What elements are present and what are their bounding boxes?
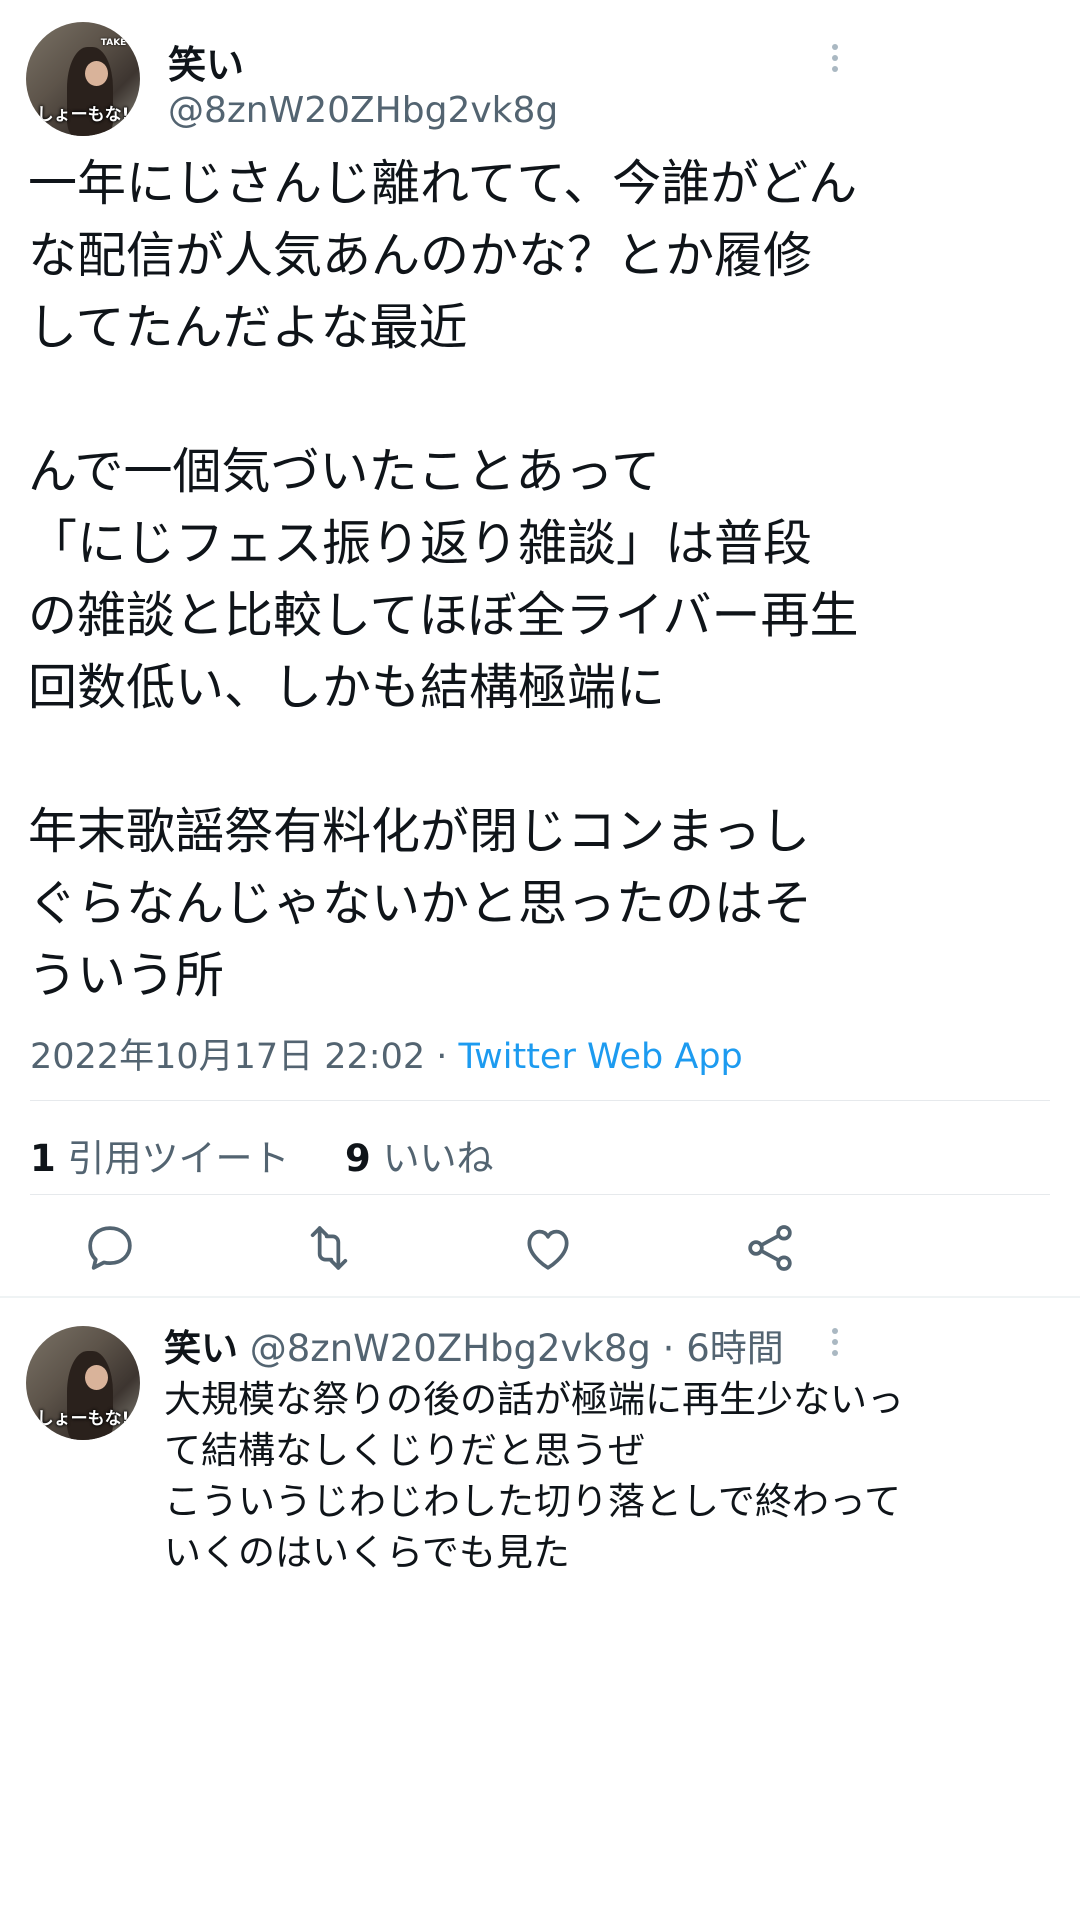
reply-author-name[interactable]: 笑い xyxy=(164,1327,238,1370)
more-options-icon[interactable] xyxy=(830,44,840,72)
divider xyxy=(30,1100,1050,1101)
quote-tweets-stat[interactable]: 1 引用ツイート xyxy=(30,1137,290,1180)
share-button[interactable] xyxy=(742,1220,798,1276)
author-name[interactable]: 笑い xyxy=(168,34,244,89)
divider xyxy=(30,1194,1050,1195)
reply-time[interactable]: 6時間 xyxy=(686,1327,784,1370)
avatar-face xyxy=(85,1364,109,1390)
avatar-caption: しょーもな! xyxy=(36,1408,130,1429)
like-count: 9 xyxy=(345,1137,371,1180)
share-icon xyxy=(748,1225,792,1271)
avatar-face xyxy=(85,60,109,86)
tweet-date: 2022年10月17日 22:02 xyxy=(30,1037,426,1077)
engagement-stats: 1 引用ツイート 9 いいね xyxy=(30,1128,494,1182)
reply-author-handle[interactable]: @8znW20ZHbg2vk8g xyxy=(250,1327,651,1370)
like-icon xyxy=(527,1229,569,1270)
reply-separator: · xyxy=(650,1327,687,1370)
author-handle[interactable]: @8znW20ZHbg2vk8g xyxy=(168,90,558,131)
author-avatar[interactable]: TAKE しょーもな! xyxy=(26,22,140,136)
tweet-source-link[interactable]: Twitter Web App xyxy=(459,1037,743,1077)
section-divider xyxy=(0,1296,1080,1298)
retweet-button[interactable] xyxy=(301,1220,357,1276)
reply-tweet[interactable]: 笑い @8znW20ZHbg2vk8g · 6時間 大規模な祭りの後の話が極端に… xyxy=(164,1318,1024,1578)
reply-text: 大規模な祭りの後の話が極端に再生少ないっ て結構なしくじりだと思うぜ こういうじ… xyxy=(164,1378,904,1574)
tweet-meta: 2022年10月17日 22:02 · Twitter Web App xyxy=(30,1028,743,1079)
quote-label: 引用ツイート xyxy=(67,1137,290,1180)
reply-icon xyxy=(88,1226,132,1270)
meta-separator: · xyxy=(425,1037,459,1077)
likes-stat[interactable]: 9 いいね xyxy=(345,1137,494,1180)
like-label: いいね xyxy=(382,1137,494,1180)
avatar-caption: しょーもな! xyxy=(36,104,130,125)
reply-button[interactable] xyxy=(82,1220,138,1276)
quote-count: 1 xyxy=(30,1137,56,1180)
retweet-icon xyxy=(310,1226,348,1270)
like-button[interactable] xyxy=(520,1220,576,1276)
reply-header: 笑い @8znW20ZHbg2vk8g · 6時間 xyxy=(164,1318,1024,1372)
tweet-text: 一年にじさんじ離れてて、今誰がどん な配信が人気あんのかな？とか履修 してたんだ… xyxy=(28,155,859,1004)
avatar-tag: TAKE xyxy=(100,37,127,48)
reply-author-avatar[interactable]: しょーもな! xyxy=(26,1326,140,1440)
